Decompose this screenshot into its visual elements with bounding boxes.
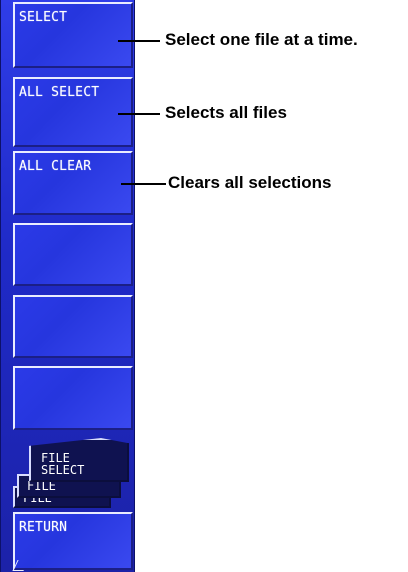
empty-softkey-2[interactable] xyxy=(13,295,133,358)
file-select-tab-label: FILE SELECT xyxy=(41,451,85,477)
all-select-softkey[interactable]: ALL SELECT xyxy=(13,77,133,147)
file-select-tab[interactable]: FILE SELECT xyxy=(29,438,129,482)
select-softkey[interactable]: SELECT xyxy=(13,2,133,68)
all-select-softkey-label: ALL SELECT xyxy=(19,85,100,100)
select-callout: Select one file at a time. xyxy=(165,30,358,49)
all-clear-callout: Clears all selections xyxy=(168,173,332,192)
return-softkey-label: RETURN xyxy=(19,520,68,535)
empty-softkey-1[interactable] xyxy=(13,223,133,286)
all-select-callout: Selects all files xyxy=(165,103,287,122)
all-clear-callout-line xyxy=(121,183,166,185)
all-clear-softkey-label: ALL CLEAR xyxy=(19,159,92,174)
return-softkey[interactable]: RETURN xyxy=(13,512,133,570)
all-select-callout-line xyxy=(118,113,160,115)
select-softkey-label: SELECT xyxy=(19,10,68,25)
softkey-menu-illustration: SELECT ALL SELECT ALL CLEAR FILE FILE FI… xyxy=(0,0,408,572)
softkey-column: SELECT ALL SELECT ALL CLEAR FILE FILE FI… xyxy=(0,0,135,572)
select-callout-line xyxy=(118,40,160,42)
all-clear-softkey[interactable]: ALL CLEAR xyxy=(13,151,133,215)
empty-softkey-3[interactable] xyxy=(13,366,133,430)
